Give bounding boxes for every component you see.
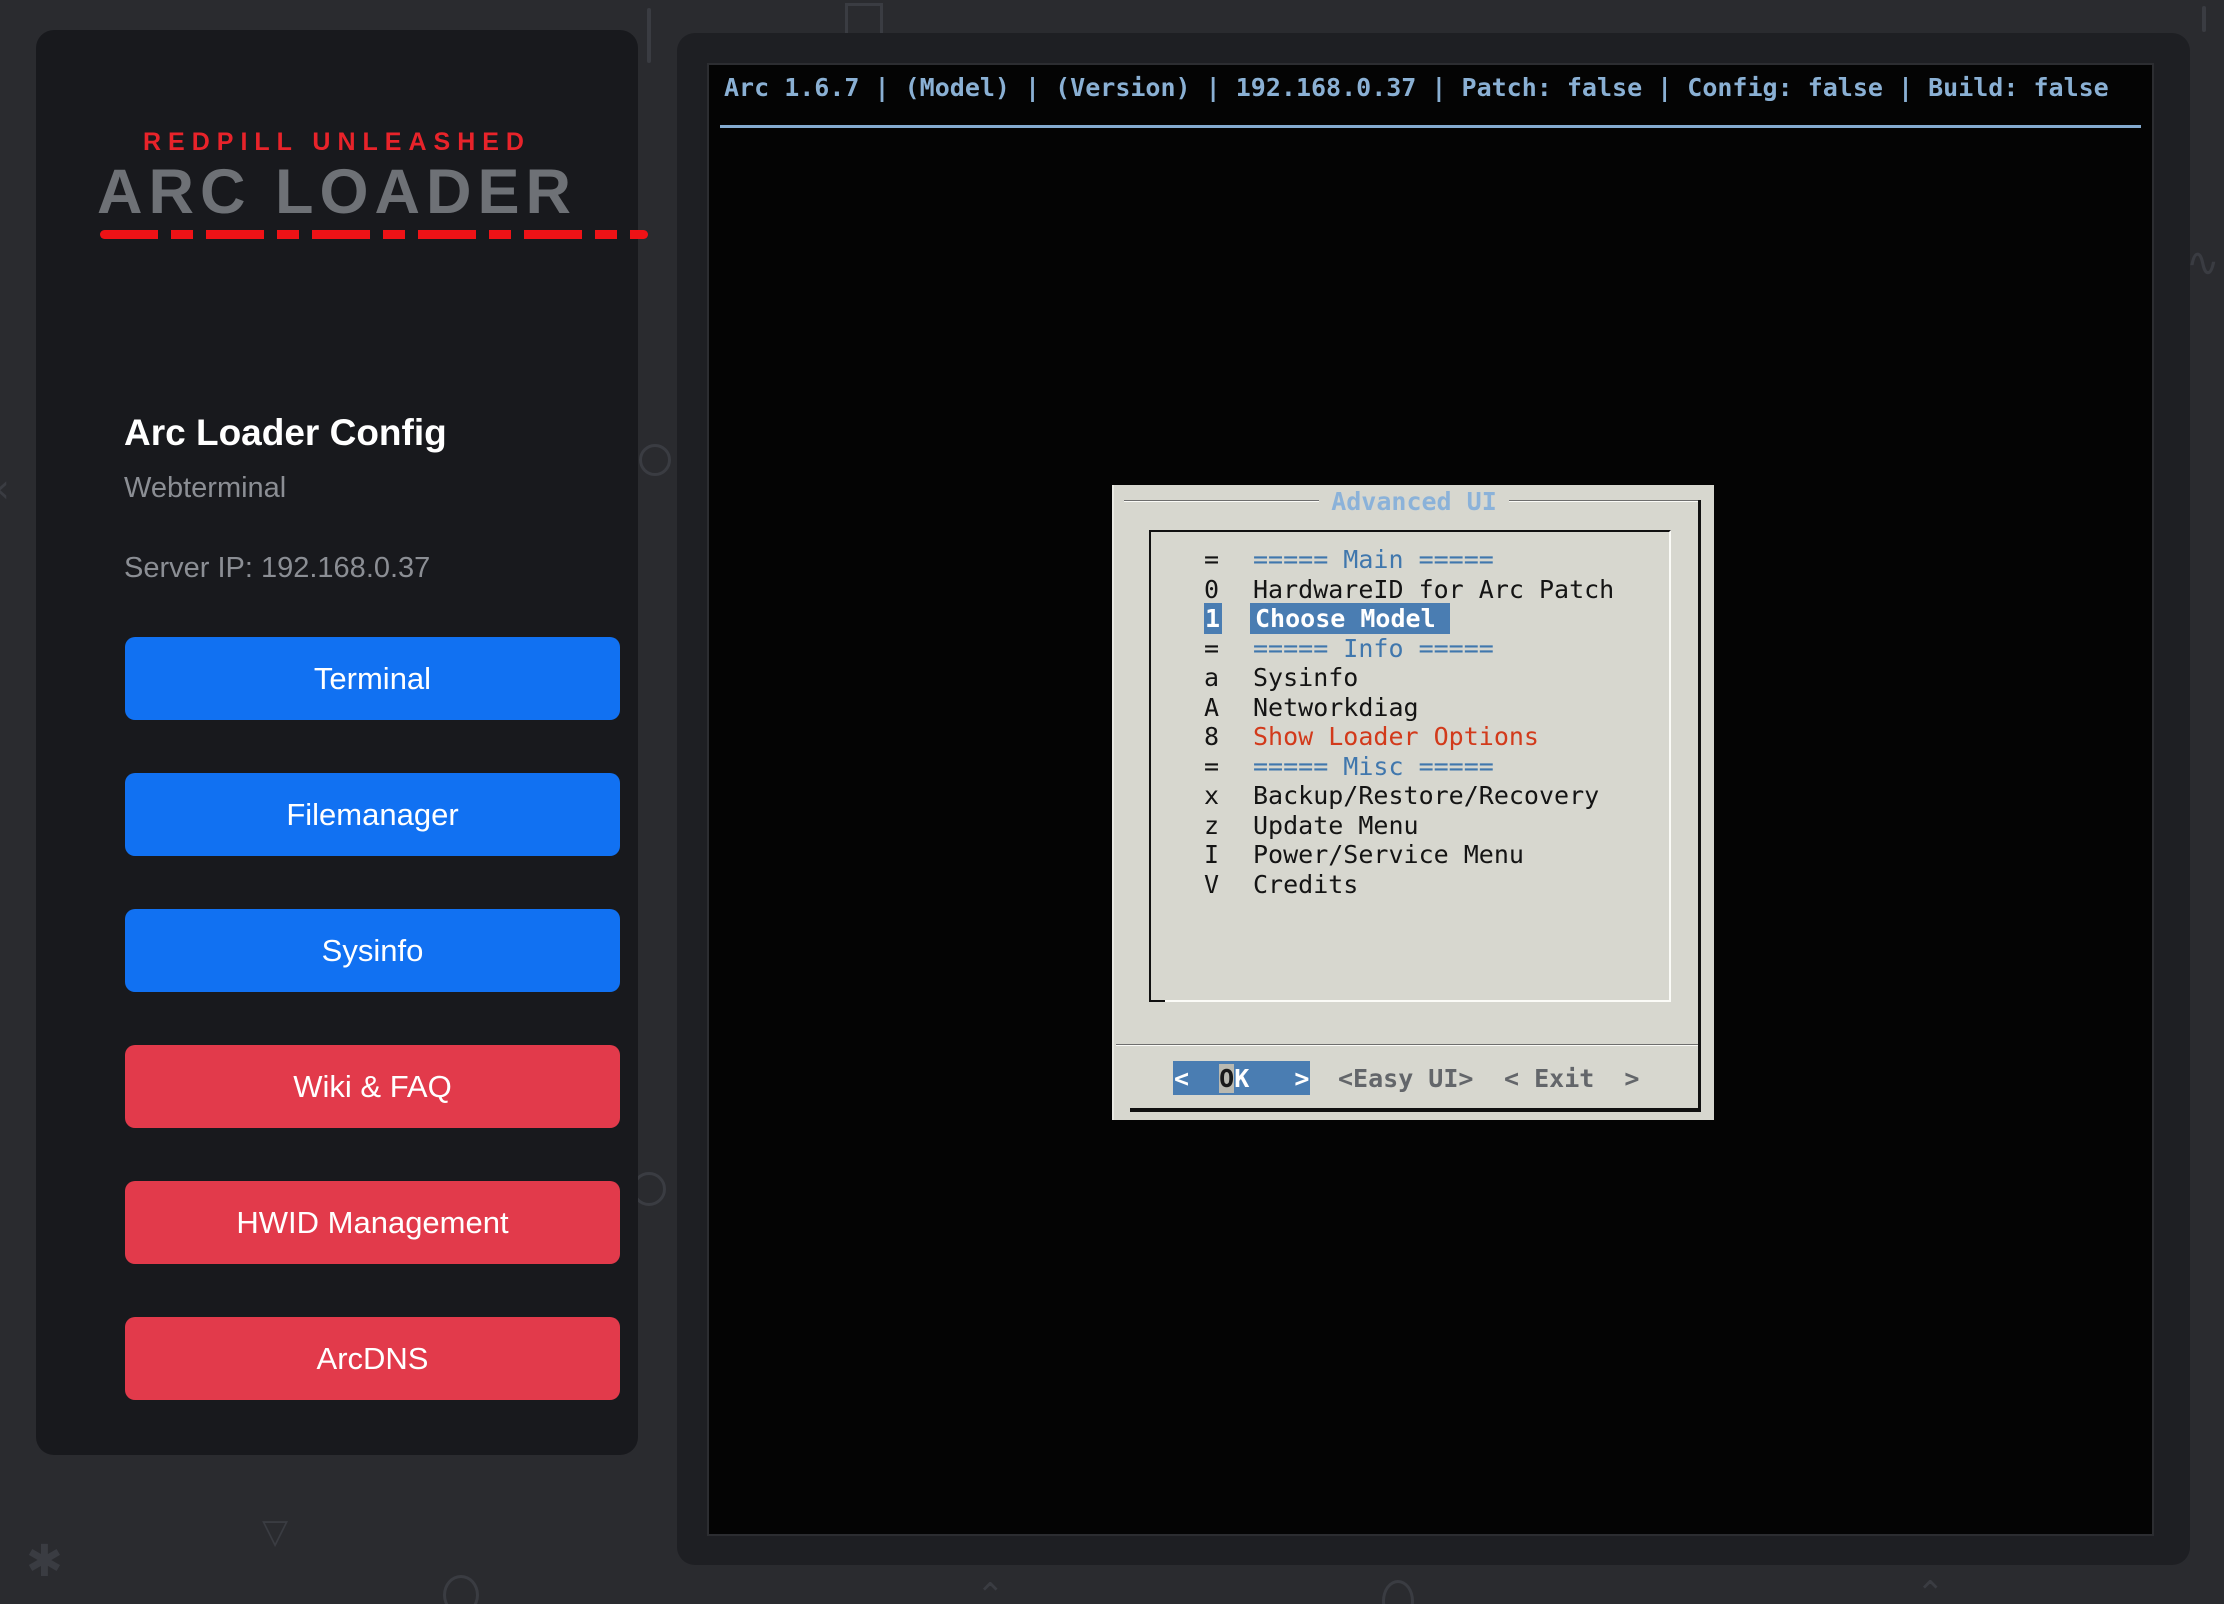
ok-button[interactable]: < OK > xyxy=(1173,1061,1310,1095)
menu-item-hardwareid-for-arc-patch[interactable]: 0 HardwareID for Arc Patch xyxy=(1151,575,1669,605)
decor-caret-icon: ⌃ xyxy=(976,1576,1005,1604)
dialog-button-row: < OK > <Easy UI> < Exit > xyxy=(1114,1061,1714,1097)
sidebar-button-arcdns[interactable]: ArcDNS xyxy=(125,1317,620,1400)
menu-item-key: V xyxy=(1204,870,1220,899)
easy-ui-button[interactable]: <Easy UI> xyxy=(1338,1061,1473,1095)
menu-item-label: Choose Model xyxy=(1250,603,1450,634)
sidebar-button-filemanager[interactable]: Filemanager xyxy=(125,773,620,856)
ok-button-cursor: O xyxy=(1219,1064,1234,1093)
decor-circle-icon xyxy=(443,1575,479,1604)
menu-item-choose-model[interactable]: 1 Choose Model xyxy=(1151,604,1669,634)
menu-item-label: Backup/Restore/Recovery xyxy=(1253,781,1599,810)
page-title: Arc Loader Config xyxy=(124,412,447,454)
brand-logo: ARC LOADER xyxy=(36,156,638,228)
terminal-window: Arc 1.6.7 | (Model) | (Version) | 192.16… xyxy=(677,33,2190,1565)
dialog-right-border xyxy=(1698,500,1701,1112)
sidebar-card: REDPILL UNLEASHED ARC LOADER Arc Loader … xyxy=(36,30,638,1455)
menu-item-misc[interactable]: = ===== Misc ===== xyxy=(1151,752,1669,782)
advanced-ui-dialog: Advanced UI = ===== Main ===== 0 HardwareID… xyxy=(1112,485,1714,1120)
menu-item-show-loader-options[interactable]: 8 Show Loader Options xyxy=(1151,722,1669,752)
sidebar-button-wiki-faq[interactable]: Wiki & FAQ xyxy=(125,1045,620,1128)
menu-item-key: A xyxy=(1204,693,1220,722)
decor-asterisk-icon: ✱ xyxy=(26,1536,63,1587)
terminal-screen[interactable]: Arc 1.6.7 | (Model) | (Version) | 192.16… xyxy=(707,63,2154,1536)
menu-item-label: Sysinfo xyxy=(1253,663,1358,692)
menu-item-label: ===== Info ===== xyxy=(1253,634,1494,663)
decor-triangle-icon: ▽ xyxy=(262,1512,288,1552)
sidebar-button-sysinfo[interactable]: Sysinfo xyxy=(125,909,620,992)
decor-ellipse-icon xyxy=(1382,1580,1414,1604)
menu-item-label: Credits xyxy=(1253,870,1358,899)
dialog-menu-box: = ===== Main ===== 0 HardwareID for Arc Pat… xyxy=(1149,530,1671,1002)
menu-item-label: HardwareID for Arc Patch xyxy=(1253,575,1614,604)
menu-item-key: 1 xyxy=(1204,603,1222,634)
dialog-title: Advanced UI xyxy=(1114,485,1714,514)
sidebar-button-terminal[interactable]: Terminal xyxy=(125,637,620,720)
menu-item-credits[interactable]: V Credits xyxy=(1151,870,1669,900)
ok-button-text: K > xyxy=(1234,1064,1309,1093)
menu-item-key: I xyxy=(1204,840,1220,869)
page-subtitle: Webterminal xyxy=(124,472,286,505)
menu-item-key: = xyxy=(1204,545,1220,574)
brand-dashed-rule-icon xyxy=(100,230,648,239)
brand-tagline: REDPILL UNLEASHED xyxy=(36,128,638,157)
menu-item-key: = xyxy=(1204,634,1220,663)
menu-item-info[interactable]: = ===== Info ===== xyxy=(1151,634,1669,664)
decor-circle-icon xyxy=(639,444,671,476)
menu-item-label: ===== Misc ===== xyxy=(1253,752,1494,781)
menu-item-key: = xyxy=(1204,752,1220,781)
menu-item-key: 8 xyxy=(1204,722,1220,751)
menu-item-key: a xyxy=(1204,663,1220,692)
exit-button[interactable]: < Exit > xyxy=(1504,1061,1639,1095)
menu-item-update-menu[interactable]: z Update Menu xyxy=(1151,811,1669,841)
decor-caret-icon: ⌃ xyxy=(1916,1574,1945,1604)
menu-item-label: ===== Main ===== xyxy=(1253,545,1494,574)
menu-item-sysinfo[interactable]: a Sysinfo xyxy=(1151,663,1669,693)
server-ip-label: Server IP: 192.168.0.37 xyxy=(124,552,430,585)
decor-tick-icon xyxy=(647,8,651,63)
page-background: ‹ ▽ ✱ ⌃ ⌃ ∿ REDPILL UNLEASHED ARC LOADER… xyxy=(0,0,2224,1604)
decor-plus-icon xyxy=(2202,6,2206,32)
menu-item-main[interactable]: = ===== Main ===== xyxy=(1151,545,1669,575)
menu-item-power-service-menu[interactable]: I Power/Service Menu xyxy=(1151,840,1669,870)
menu-item-key: z xyxy=(1204,811,1220,840)
decor-chevron-icon: ‹ xyxy=(0,466,10,512)
terminal-status-underline xyxy=(720,125,2141,128)
menu-item-key: x xyxy=(1204,781,1220,810)
menu-item-backup-restore-recovery[interactable]: x Backup/Restore/Recovery xyxy=(1151,781,1669,811)
menu-item-key: 0 xyxy=(1204,575,1220,604)
menu-item-label: Power/Service Menu xyxy=(1253,840,1524,869)
decor-squiggle-icon: ∿ xyxy=(2186,240,2220,286)
menu-item-label: Update Menu xyxy=(1253,811,1419,840)
sidebar-button-hwid-management[interactable]: HWID Management xyxy=(125,1181,620,1264)
menu-item-label: Show Loader Options xyxy=(1253,722,1539,751)
dialog-button-separator xyxy=(1116,1044,1698,1046)
terminal-status-line: Arc 1.6.7 | (Model) | (Version) | 192.16… xyxy=(724,73,2109,102)
menu-item-networkdiag[interactable]: A Networkdiag xyxy=(1151,693,1669,723)
menu-item-label: Networkdiag xyxy=(1253,693,1419,722)
ok-button-text: < xyxy=(1174,1064,1219,1093)
